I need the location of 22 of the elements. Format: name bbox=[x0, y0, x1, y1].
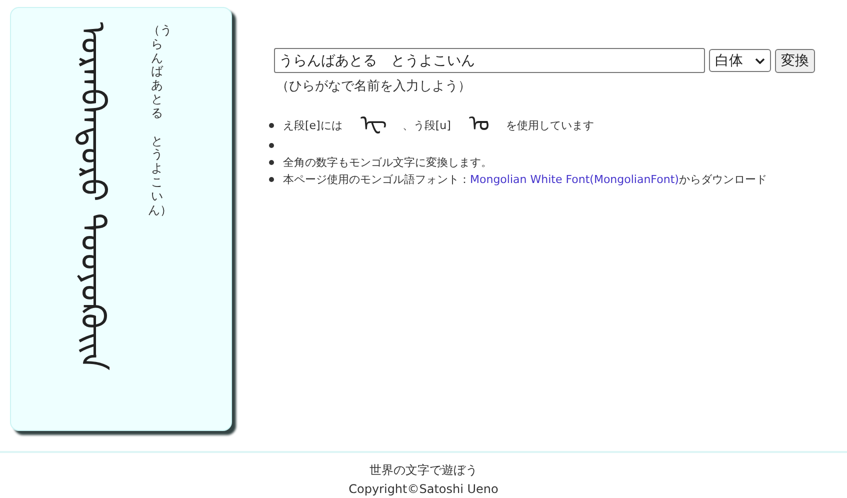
input-hint: （ひらがなで名前を入力しよう） bbox=[276, 78, 472, 95]
mongolian-letter: ᠧ bbox=[360, 114, 386, 136]
note-text: 全角の数字もモンゴル文字に変換します。 bbox=[283, 155, 492, 170]
name-reading: とうよこいん） bbox=[148, 134, 166, 218]
bullet-icon bbox=[269, 177, 274, 182]
chevron-icon bbox=[755, 58, 765, 64]
note-text: を使用しています bbox=[506, 118, 594, 132]
note-text: 、う段[u] bbox=[402, 118, 451, 132]
footer-title: 世界の文字で遊ぼう bbox=[370, 462, 478, 479]
font-select[interactable]: 白体 bbox=[709, 49, 771, 72]
note-text: え段[e]には bbox=[283, 118, 342, 132]
note-text: からダウンロード bbox=[678, 172, 767, 187]
mongolian-letter: ᠣ bbox=[468, 114, 490, 136]
mongolian-name: ᠣᠷᠠᠨᠪᠠᠠᠲᠣᠷᠣ ᠲᠣᠣᠶᠣᠺᠣᠢᠨ bbox=[71, 22, 112, 371]
bullet-icon bbox=[269, 122, 274, 128]
note-text: 本ページ使用のモンゴル語フォント： bbox=[283, 172, 470, 187]
copyright-text: Copyright©Satoshi Ueno bbox=[348, 482, 498, 496]
bullet-icon bbox=[269, 143, 274, 148]
bullet-icon bbox=[269, 160, 274, 165]
convert-button[interactable]: 変換 bbox=[775, 48, 815, 72]
name-input-field[interactable]: うらんばあとる とうよこいん bbox=[274, 48, 705, 73]
font-link[interactable]: Mongolian White Font(MongolianFont) bbox=[470, 173, 679, 186]
